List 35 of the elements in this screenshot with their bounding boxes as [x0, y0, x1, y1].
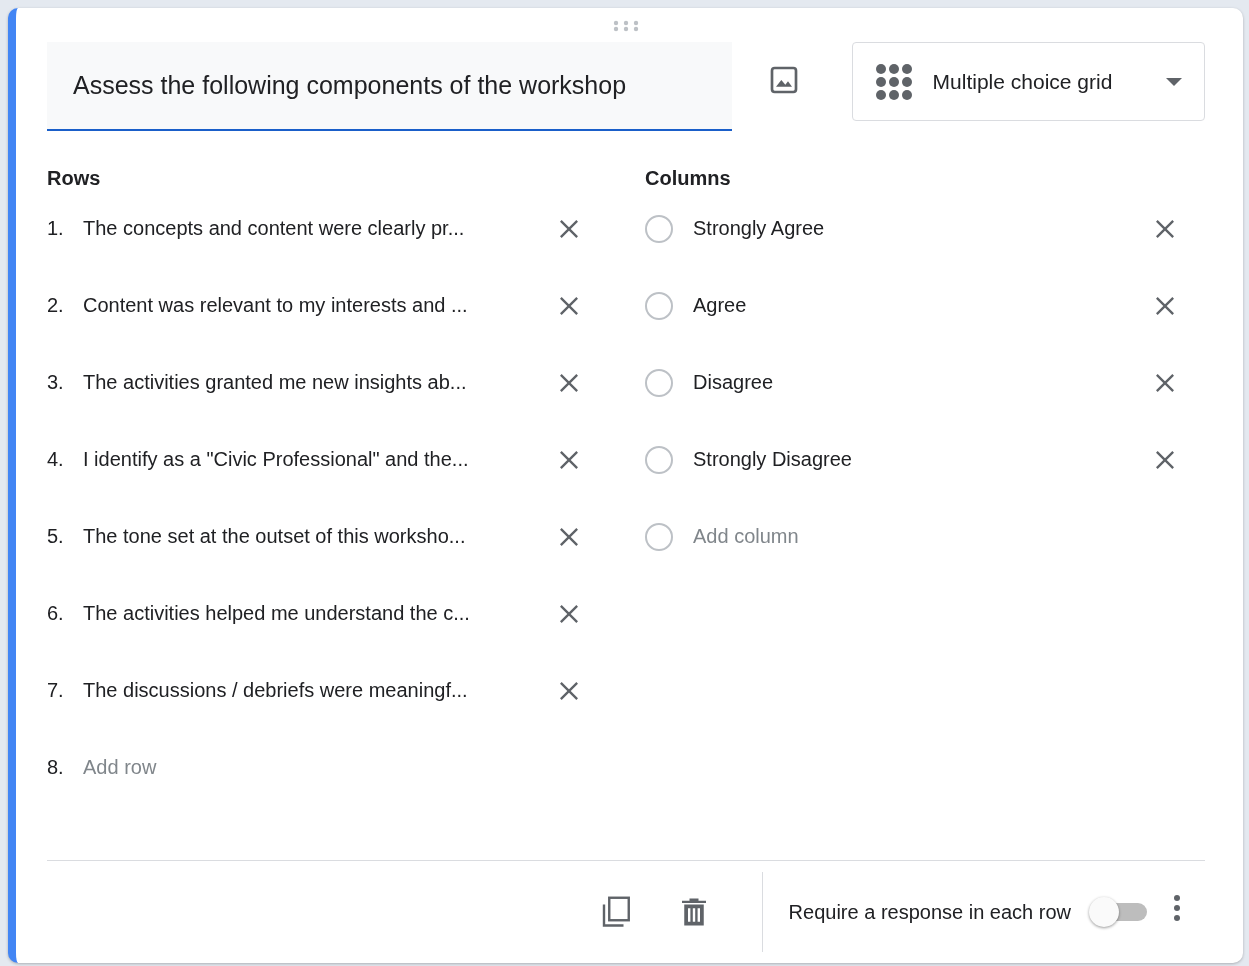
radio-circle	[645, 445, 673, 474]
add-row-field[interactable]: Add row	[83, 756, 555, 779]
more-vertical-icon	[1173, 894, 1181, 922]
radio-circle	[645, 368, 673, 397]
row-number: 4.	[47, 448, 65, 471]
add-column-field[interactable]: Add column	[693, 525, 1151, 548]
radio-circle	[645, 522, 673, 551]
row-number: 2.	[47, 294, 65, 317]
row-option-text[interactable]: The activities helped me understand the c...	[83, 602, 555, 625]
column-option-text[interactable]: Strongly Disagree	[693, 448, 1151, 471]
row-number: 7.	[47, 679, 65, 702]
row-option-text[interactable]: The concepts and content were clearly pr...	[83, 217, 555, 240]
row-option-text[interactable]: I identify as a "Civic Professional" and the...	[83, 448, 555, 471]
drag-handle-icon[interactable]	[613, 20, 639, 32]
column-option-text[interactable]: Strongly Agree	[693, 217, 1151, 240]
question-type-dropdown[interactable]: Multiple choice grid	[851, 42, 1205, 121]
columns-heading: Columns	[645, 167, 732, 191]
grid-icon	[874, 62, 913, 101]
row-option-text[interactable]: Content was relevant to my interests and ...	[83, 294, 555, 317]
column-option-text[interactable]: Agree	[693, 294, 1151, 317]
radio-circle	[645, 291, 673, 320]
row-number: 6.	[47, 602, 65, 625]
row-number: 3.	[47, 371, 65, 394]
row-number: 8.	[47, 756, 65, 779]
radio-circle	[645, 214, 673, 243]
caret-icon	[1166, 77, 1182, 86]
row-option-text[interactable]: The discussions / debriefs were meaningf...	[83, 679, 555, 702]
row-number: 5.	[47, 525, 65, 548]
column-option-text[interactable]: Disagree	[693, 371, 1151, 394]
require-response-label: Require a response in each row	[788, 900, 1071, 924]
rows-heading: Rows	[47, 167, 102, 191]
row-option-text[interactable]: The activities granted me new insights ab...	[83, 371, 555, 394]
question-title-field[interactable]: Assess the following components of the workshop	[47, 42, 732, 131]
row-number: 1.	[47, 217, 65, 240]
row-option-text[interactable]: The tone set at the outset of this worksho...	[83, 525, 555, 548]
